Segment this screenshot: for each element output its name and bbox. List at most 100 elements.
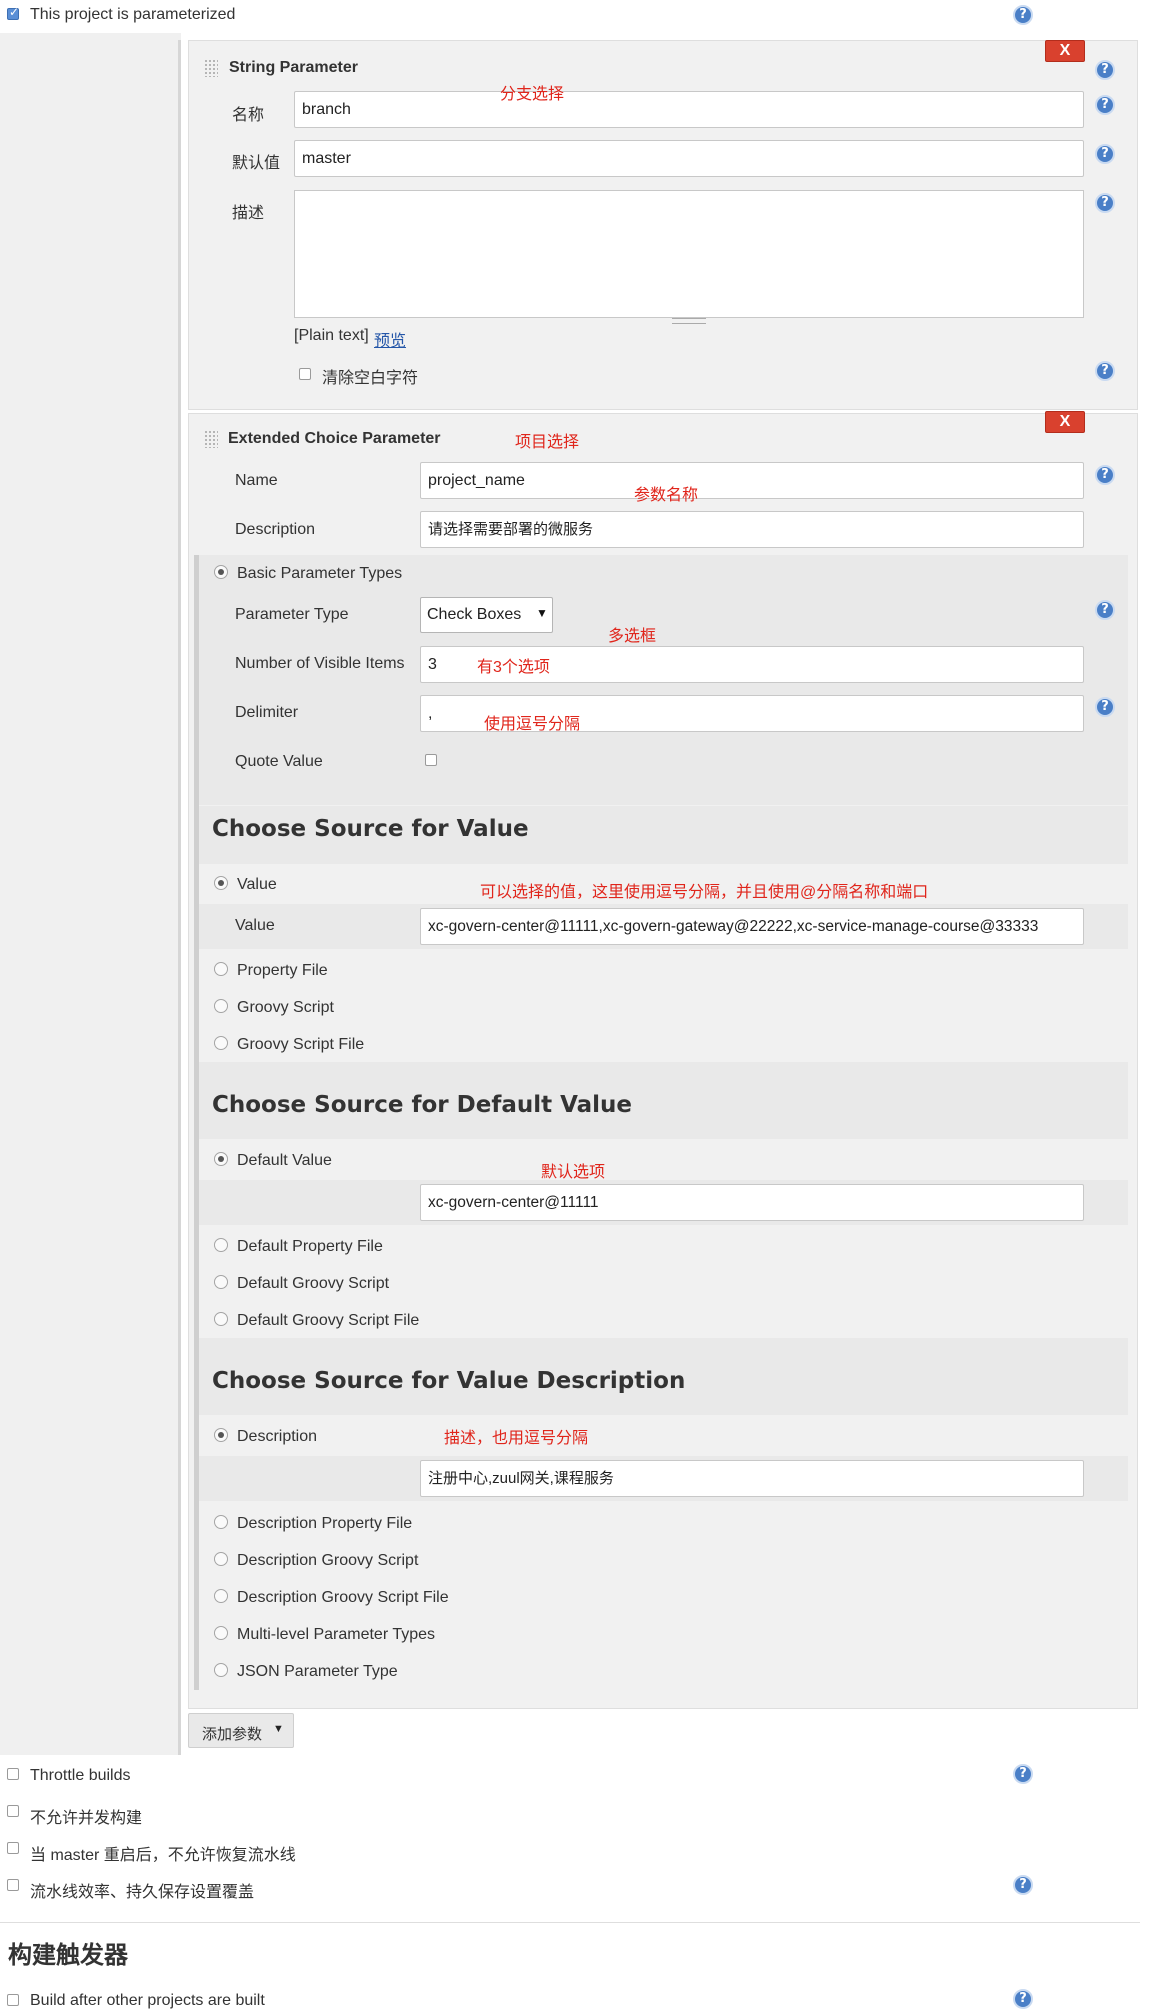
help-icon[interactable]: ? — [1095, 600, 1115, 620]
build-after-checkbox[interactable] — [7, 1994, 19, 2006]
help-icon[interactable]: ? — [1013, 1989, 1033, 2009]
value-input[interactable]: xc-govern-center@11111,xc-govern-gateway… — [420, 908, 1084, 945]
throttle-builds-checkbox[interactable] — [7, 1768, 19, 1780]
json-type-radio[interactable] — [214, 1663, 228, 1677]
preview-link[interactable]: 预览 — [374, 327, 406, 351]
value-description-input[interactable]: 注册中心,zuul网关,课程服务 — [420, 1460, 1084, 1497]
help-icon[interactable]: ? — [1095, 193, 1115, 213]
branch-name-input[interactable]: branch — [294, 91, 1084, 128]
help-icon[interactable]: ? — [1013, 1875, 1033, 1895]
drag-handle-icon[interactable] — [204, 430, 218, 448]
resize-handle-icon[interactable] — [672, 318, 706, 324]
description-annotation: 描述，也用逗号分隔 — [444, 1430, 589, 1447]
no-resume-checkbox[interactable] — [7, 1842, 19, 1854]
groovy-script-label: Groovy Script — [237, 999, 334, 1016]
default-property-file-radio[interactable] — [214, 1238, 228, 1252]
checkbox-annotation: 多选框 — [608, 628, 657, 645]
trim-checkbox[interactable] — [299, 368, 311, 380]
default-value-label: 默认值 — [232, 155, 281, 172]
default-value-input[interactable]: xc-govern-center@11111 — [420, 1184, 1084, 1221]
help-icon[interactable]: ? — [1013, 1764, 1033, 1784]
add-parameter-label: 添加参数 — [202, 1726, 263, 1743]
string-parameter-title: String Parameter — [229, 59, 358, 76]
help-icon[interactable]: ? — [1095, 361, 1115, 381]
throttle-builds-label: Throttle builds — [30, 1767, 131, 1784]
default-groovy-script-file-label: Default Groovy Script File — [237, 1312, 420, 1329]
build-after-label: Build after other projects are built — [30, 1992, 265, 2009]
multi-level-radio[interactable] — [214, 1626, 228, 1640]
default-value-label: Default Value — [237, 1152, 332, 1169]
parameterized-checkbox[interactable] — [7, 5, 19, 20]
groovy-script-file-label: Groovy Script File — [237, 1036, 365, 1053]
parameterized-label: This project is parameterized — [30, 6, 236, 23]
description-label: 描述 — [232, 205, 265, 222]
help-icon[interactable]: ? — [1095, 697, 1115, 717]
help-icon[interactable]: ? — [1013, 5, 1033, 25]
value-radio-label: Value — [237, 876, 277, 893]
help-icon[interactable]: ? — [1095, 60, 1115, 80]
source-desc-heading: Choose Source for Value Description — [212, 1368, 686, 1394]
no-concurrent-checkbox[interactable] — [7, 1805, 19, 1817]
param-name-annotation: 参数名称 — [634, 487, 699, 504]
default-groovy-script-label: Default Groovy Script — [237, 1275, 390, 1292]
basic-parameter-types-label: Basic Parameter Types — [237, 565, 403, 582]
description-property-file-label: Description Property File — [237, 1515, 413, 1532]
description-groovy-script-label: Description Groovy Script — [237, 1552, 419, 1569]
no-concurrent-label: 不允许并发构建 — [30, 1810, 143, 1827]
default-annotation: 默认选项 — [541, 1164, 606, 1181]
property-file-radio[interactable] — [214, 962, 228, 976]
default-value-input[interactable]: master — [294, 140, 1084, 177]
plain-text-label: [Plain text] — [294, 327, 369, 344]
description-groovy-script-file-radio[interactable] — [214, 1589, 228, 1603]
chevron-down-icon: ▼ — [536, 606, 548, 620]
name-label: Name — [235, 472, 278, 489]
default-groovy-script-radio[interactable] — [214, 1275, 228, 1289]
help-icon[interactable]: ? — [1095, 144, 1115, 164]
description-property-file-radio[interactable] — [214, 1515, 228, 1529]
description-label: Description — [235, 521, 316, 538]
value-annotation: 可以选择的值，这里使用逗号分隔，并且使用@分隔名称和端口 — [480, 884, 929, 901]
durability-checkbox[interactable] — [7, 1879, 19, 1891]
source-value-heading: Choose Source for Value — [212, 816, 529, 842]
description-radio-label: Description — [237, 1428, 318, 1445]
value-label: Value — [235, 917, 275, 934]
durability-label: 流水线效率、持久保存设置覆盖 — [30, 1884, 255, 1901]
value-radio[interactable] — [214, 876, 228, 890]
default-groovy-script-file-radio[interactable] — [214, 1312, 228, 1326]
groovy-script-radio[interactable] — [214, 999, 228, 1013]
default-property-file-label: Default Property File — [237, 1238, 383, 1255]
basic-parameter-types-radio[interactable] — [214, 565, 228, 579]
multi-level-label: Multi-level Parameter Types — [237, 1626, 435, 1643]
extended-choice-title: Extended Choice Parameter — [228, 430, 441, 447]
no-resume-label: 当 master 重启后，不允许恢复流水线 — [30, 1847, 296, 1864]
trim-label: 清除空白字符 — [322, 370, 419, 387]
drag-handle-icon[interactable] — [204, 59, 218, 77]
project-select-annotation: 项目选择 — [515, 434, 580, 451]
delete-extended-choice-button[interactable]: X — [1045, 411, 1085, 433]
json-type-label: JSON Parameter Type — [237, 1663, 398, 1680]
chevron-down-icon: ▼ — [273, 1723, 284, 1735]
parameter-type-value: Check Boxes — [427, 606, 522, 623]
description-radio[interactable] — [214, 1428, 228, 1442]
build-triggers-heading: 构建触发器 — [8, 1942, 128, 1969]
delete-string-parameter-button[interactable]: X — [1045, 40, 1085, 62]
default-value-radio[interactable] — [214, 1152, 228, 1166]
description-input[interactable]: 请选择需要部署的微服务 — [420, 511, 1084, 548]
help-icon[interactable]: ? — [1095, 95, 1115, 115]
source-default-heading: Choose Source for Default Value — [212, 1092, 633, 1118]
left-gutter — [0, 33, 181, 1755]
parameter-type-select[interactable]: Check Boxes ▼ — [420, 597, 553, 633]
quote-value-checkbox[interactable] — [425, 754, 437, 766]
project-name-input[interactable]: project_name — [420, 462, 1084, 499]
left-rail — [178, 40, 181, 1755]
delimiter-label: Delimiter — [235, 704, 299, 721]
description-groovy-script-radio[interactable] — [214, 1552, 228, 1566]
groovy-script-file-radio[interactable] — [214, 1036, 228, 1050]
add-parameter-button[interactable]: 添加参数 ▼ — [188, 1713, 294, 1748]
visible-items-label: Number of Visible Items — [235, 655, 405, 672]
description-textarea[interactable] — [294, 190, 1084, 318]
property-file-label: Property File — [237, 962, 328, 979]
description-groovy-script-file-label: Description Groovy Script File — [237, 1589, 449, 1606]
help-icon[interactable]: ? — [1095, 465, 1115, 485]
divider — [0, 1922, 1140, 1923]
